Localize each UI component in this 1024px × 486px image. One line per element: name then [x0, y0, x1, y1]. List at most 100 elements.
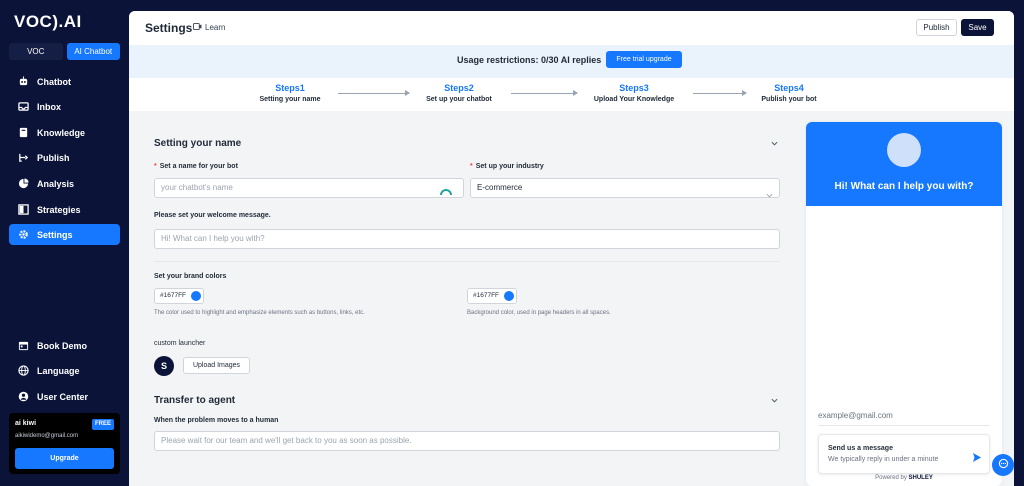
step-arrow: [511, 90, 578, 96]
step-arrow: [338, 90, 410, 96]
user-email: aikiwidemo@gmail.com: [15, 433, 79, 439]
sidebar-item-label: Book Demo: [37, 340, 88, 351]
powered-by: Powered by SHULEY: [875, 475, 933, 481]
user-card: ai kiwi FREE aikiwidemo@gmail.com Upgrad…: [9, 413, 120, 474]
chat-launcher-button[interactable]: [992, 454, 1014, 476]
chevron-down-icon[interactable]: [771, 139, 778, 148]
bot-name-label: * Set a name for your bot: [154, 163, 238, 170]
header-color-hint: Background color, used in page headers i…: [467, 310, 611, 316]
transfer-label: When the problem moves to a human: [154, 417, 279, 424]
upgrade-button[interactable]: Upgrade: [15, 448, 114, 469]
step-title: Setting your name: [259, 96, 321, 103]
sidebar-item-label: Knowledge: [37, 127, 86, 138]
primary-color-value: #1677FF: [160, 292, 187, 299]
save-button[interactable]: Save: [961, 19, 994, 36]
toggle-ai-chatbot[interactable]: AI Chatbot: [66, 43, 120, 60]
transfer-section: Transfer to agent When the problem moves…: [146, 385, 788, 475]
sidebar-item-chatbot[interactable]: Chatbot: [9, 71, 120, 92]
send-icon: [973, 449, 981, 467]
publish-icon: [17, 152, 29, 164]
loading-icon: [440, 183, 452, 201]
preview-header: Hi! What can I help you with?: [806, 122, 1002, 206]
step-3[interactable]: Steps3 Upload Your Knowledge: [587, 83, 681, 103]
step-title: Publish your bot: [761, 96, 817, 103]
logo: VOC).AI: [14, 12, 82, 31]
sidebar-item-label: User Center: [37, 391, 89, 402]
sidebar-item-label: Publish: [37, 152, 70, 163]
sidebar-item-user-center[interactable]: User Center: [9, 386, 120, 407]
sidebar: VOC).AI VOC AI Chatbot Chatbot Inbox Kno…: [0, 0, 128, 486]
color-dot: [191, 291, 201, 301]
sidebar-item-strategies[interactable]: Strategies: [9, 199, 120, 220]
launcher-avatar: S: [154, 356, 174, 376]
user-name: ai kiwi: [15, 420, 37, 427]
preview-email-input[interactable]: example@gmail.com: [818, 411, 893, 420]
video-icon: [193, 23, 202, 32]
header-color-picker[interactable]: #1677FF: [467, 288, 517, 304]
sidebar-item-analysis[interactable]: Analysis: [9, 173, 120, 194]
publish-button[interactable]: Publish: [916, 19, 957, 36]
sidebar-item-label: Settings: [37, 229, 73, 240]
sidebar-item-inbox[interactable]: Inbox: [9, 96, 120, 117]
plan-badge: FREE: [92, 419, 114, 430]
send-message-card[interactable]: Send us a message We typically reply in …: [818, 434, 990, 474]
header: Settings Learn Publish Save: [129, 11, 1014, 45]
divider: [818, 425, 990, 426]
sidebar-item-label: Inbox: [37, 101, 61, 112]
free-trial-upgrade-button[interactable]: Free trial upgrade: [606, 51, 682, 68]
step-2[interactable]: Steps2 Set up your chatbot: [419, 83, 499, 103]
divider: [154, 261, 780, 262]
primary-color-hint: The color used to highlight and emphasiz…: [154, 310, 365, 316]
layout-icon: [17, 204, 29, 216]
section-title: Setting your name: [154, 138, 242, 149]
learn-label: Learn: [205, 23, 226, 32]
industry-label: * Set up your industry: [470, 163, 544, 170]
book-icon: [17, 127, 29, 139]
upload-images-button[interactable]: Upload Images: [183, 357, 250, 374]
section-title: Transfer to agent: [154, 395, 236, 406]
bot-avatar: [887, 133, 921, 167]
step-1[interactable]: Steps1 Setting your name: [255, 83, 325, 103]
primary-color-picker[interactable]: #1677FF: [154, 288, 204, 304]
chat-preview: Hi! What can I help you with? example@gm…: [806, 122, 1002, 486]
step-title: Upload Your Knowledge: [593, 96, 675, 103]
pie-chart-icon: [17, 178, 29, 190]
sidebar-item-settings[interactable]: Settings: [9, 224, 120, 245]
send-title: Send us a message: [828, 445, 893, 452]
sidebar-item-book-demo[interactable]: Book Demo: [9, 335, 120, 356]
sidebar-item-knowledge[interactable]: Knowledge: [9, 122, 120, 143]
step-number: Steps2: [444, 83, 474, 93]
main-panel: Settings Learn Publish Save Usage restri…: [129, 11, 1014, 486]
usage-banner: Usage restrictions: 0/30 AI replies Free…: [129, 45, 1014, 78]
welcome-label: Please set your welcome message.: [154, 212, 271, 219]
transfer-message-input[interactable]: Please wait for our team and we'll get b…: [154, 431, 780, 451]
preview-greeting: Hi! What can I help you with?: [834, 181, 974, 192]
name-section: Setting your name * Set a name for your b…: [146, 121, 788, 377]
header-color-value: #1677FF: [473, 292, 500, 299]
welcome-message-input[interactable]: Hi! What can I help you with?: [154, 229, 780, 249]
send-subtitle: We typically reply in under a minute: [828, 456, 939, 463]
step-title: Set up your chatbot: [426, 96, 492, 103]
user-icon: [17, 391, 29, 403]
bot-name-input[interactable]: your chatbot's name: [154, 178, 464, 198]
step-number: Steps3: [619, 83, 649, 93]
inbox-icon: [17, 101, 29, 113]
step-number: Steps4: [774, 83, 804, 93]
chevron-down-icon[interactable]: [771, 396, 778, 405]
step-4[interactable]: Steps4 Publish your bot: [755, 83, 823, 103]
color-dot: [504, 291, 514, 301]
calendar-icon: [17, 340, 29, 352]
toggle-voc[interactable]: VOC: [9, 43, 63, 60]
step-number: Steps1: [275, 83, 305, 93]
learn-link[interactable]: Learn: [193, 23, 225, 32]
usage-text: Usage restrictions: 0/30 AI replies: [457, 55, 602, 65]
globe-icon: [17, 365, 29, 377]
powered-brand: SHULEY: [908, 475, 933, 481]
step-arrow: [693, 90, 747, 96]
sidebar-item-label: Strategies: [37, 204, 81, 215]
sidebar-item-language[interactable]: Language: [9, 360, 120, 381]
sidebar-item-publish[interactable]: Publish: [9, 147, 120, 168]
product-toggle: VOC AI Chatbot: [9, 43, 120, 60]
page-title: Settings: [145, 21, 193, 35]
industry-select[interactable]: E-commerce: [470, 178, 780, 198]
